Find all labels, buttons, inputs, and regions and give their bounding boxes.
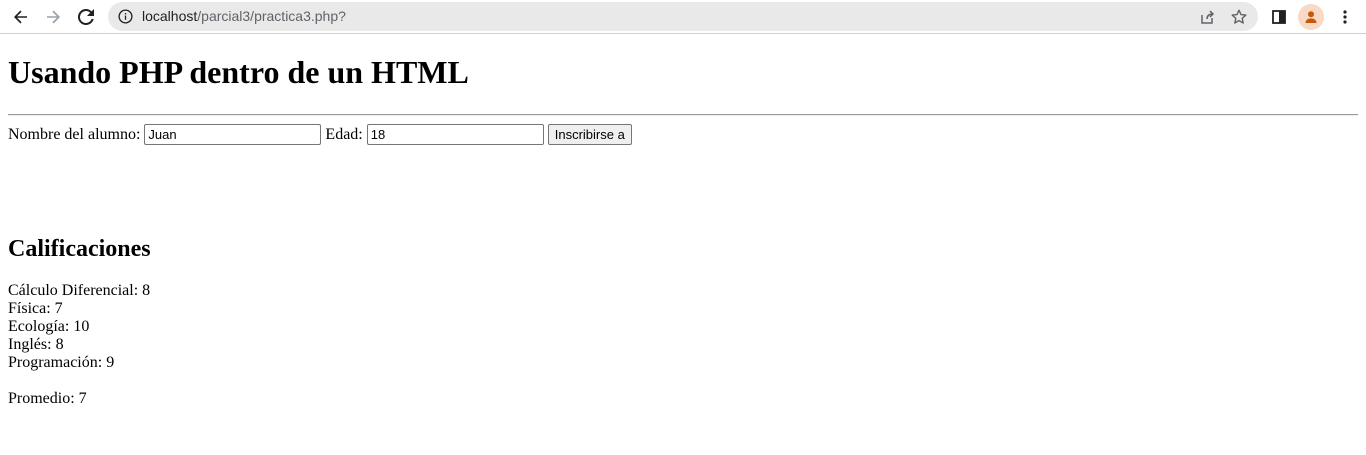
grade-subject: Ecología — [8, 318, 65, 335]
name-input[interactable] — [144, 124, 322, 145]
side-panel-button[interactable] — [1266, 4, 1292, 30]
average-label: Promedio — [8, 390, 71, 407]
grade-row: Inglés: 8 — [8, 336, 64, 353]
grade-row: Física: 7 — [8, 300, 63, 317]
enroll-button[interactable]: Inscribirse a — [547, 124, 632, 145]
side-panel-icon — [1272, 10, 1286, 24]
grade-row: Programación: 9 — [8, 354, 115, 371]
url-text[interactable]: localhost/parcial3/practica3.php? — [142, 8, 346, 24]
grades-heading: Calificaciones — [8, 236, 151, 262]
enrollment-form: Nombre del alumno: Edad: Inscribirse a — [8, 124, 632, 145]
grade-row: Cálculo Diferencial: 8 — [8, 282, 151, 299]
grades-list: Cálculo Diferencial: 8 Física: 7 Ecologí… — [8, 282, 150, 372]
age-input[interactable] — [366, 124, 544, 145]
grade-score: 8 — [142, 282, 151, 299]
grade-score: 7 — [54, 300, 63, 317]
grade-score: 10 — [73, 318, 90, 335]
grade-subject: Programación — [8, 354, 98, 371]
address-bar[interactable]: localhost/parcial3/practica3.php? — [108, 2, 1258, 31]
back-button[interactable] — [8, 4, 34, 30]
age-label: Edad: — [325, 125, 363, 143]
url-path: /parcial3/practica3.php? — [197, 8, 346, 24]
grade-subject: Física — [8, 300, 47, 317]
share-icon — [1201, 10, 1215, 24]
grade-score: 8 — [55, 336, 64, 353]
grade-row: Ecología: 10 — [8, 318, 90, 335]
star-icon — [1231, 9, 1247, 24]
grade-score: 9 — [106, 354, 115, 371]
grade-subject: Cálculo Diferencial — [8, 282, 134, 299]
forward-arrow-icon — [47, 10, 60, 24]
divider — [8, 114, 1358, 116]
forward-button[interactable] — [40, 4, 66, 30]
share-button[interactable] — [1197, 7, 1217, 27]
reload-icon — [78, 9, 94, 25]
url-host: localhost — [142, 8, 198, 24]
person-icon — [1305, 11, 1317, 23]
grade-subject: Inglés — [8, 336, 48, 353]
name-label: Nombre del alumno: — [8, 125, 141, 143]
profile-avatar[interactable] — [1298, 4, 1324, 30]
average-line: Promedio: 7 — [8, 390, 87, 407]
bookmark-button[interactable] — [1229, 7, 1249, 27]
more-vert-icon — [1343, 10, 1347, 24]
average-value: 7 — [78, 390, 87, 407]
page-title: Usando PHP dentro de un HTML — [8, 54, 469, 90]
menu-button[interactable] — [1332, 4, 1358, 30]
back-arrow-icon — [14, 10, 27, 24]
browser-toolbar: localhost/parcial3/practica3.php? — [0, 0, 1366, 34]
info-icon[interactable] — [118, 9, 133, 24]
reload-button[interactable] — [73, 4, 99, 30]
